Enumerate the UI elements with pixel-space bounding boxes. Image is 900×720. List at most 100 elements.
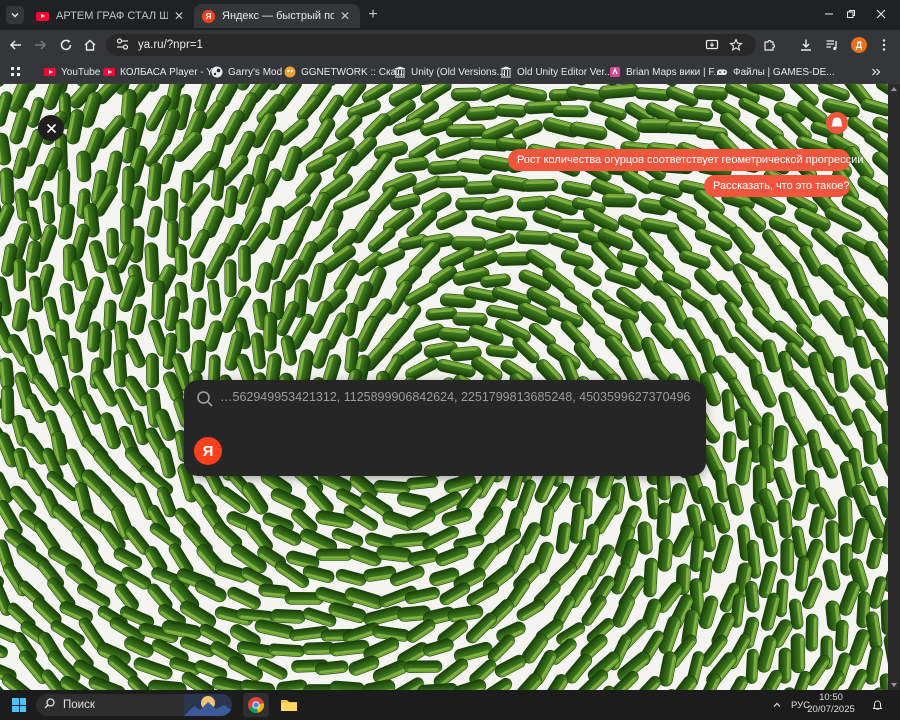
bookmarks-bar: YouTube КОЛБАСА Player - Y... Garry's Mo… (0, 60, 900, 84)
bookmark-brian-maps[interactable]: Brian Maps вики | F... (609, 64, 722, 80)
bookmark-ggnetwork[interactable]: GGNETWORK :: Ска... (284, 64, 405, 80)
yandex-logo[interactable]: Я (194, 437, 222, 465)
bookmark-games-de[interactable]: Файлы | GAMES-DE... (716, 64, 835, 80)
yandex-icon: Я (202, 9, 215, 23)
taskbar-file-explorer[interactable] (276, 693, 302, 717)
taskbar-search-placeholder: Поиск (63, 699, 95, 711)
bookmark-label: YouTube (61, 66, 101, 78)
site-info-icon[interactable] (116, 37, 130, 53)
ggnetwork-icon (284, 66, 296, 78)
taskbar-clock[interactable]: 10:50 20/07/2025 (806, 692, 856, 716)
apps-grid-icon (11, 67, 20, 76)
chevron-double-right-icon (872, 68, 881, 76)
profile-avatar[interactable]: Д (851, 37, 867, 53)
archive-icon (500, 66, 512, 78)
tab-search-button[interactable] (6, 6, 24, 24)
youtube-icon (36, 11, 49, 21)
chevron-down-icon (11, 13, 19, 18)
forward-button[interactable] (30, 35, 50, 55)
alice-button[interactable] (826, 112, 848, 134)
chevron-up-icon (773, 702, 781, 707)
close-window-button[interactable] (870, 4, 892, 24)
bookmark-label: GGNETWORK :: Ска... (301, 66, 405, 78)
install-app-button[interactable] (702, 35, 722, 55)
bookmark-label: Файлы | GAMES-DE... (733, 66, 835, 78)
bookmark-youtube[interactable]: YouTube (44, 64, 100, 80)
tab-title: Яндекс — быстрый поиск в интернете (222, 10, 334, 22)
tab-yandex[interactable]: Я Яндекс — быстрый поиск в интернете ✕ (194, 4, 360, 28)
archive-icon (394, 66, 406, 78)
taskbar-search-box[interactable]: Поиск (36, 694, 232, 716)
tab-title: АРТЕМ ГРАФ СТАЛ ШЕСТЕРКОЙ (56, 10, 168, 22)
clock-time: 10:50 (819, 692, 843, 703)
tab-close-icon[interactable]: ✕ (172, 9, 186, 23)
close-icon (46, 123, 56, 133)
arrow-left-icon (9, 40, 21, 50)
reload-button[interactable] (56, 35, 76, 55)
tab-strip: АРТЕМ ГРАФ СТАЛ ШЕСТЕРКОЙ ✕ Я Яндекс — б… (0, 0, 900, 30)
home-icon (84, 39, 96, 51)
fandom-icon (609, 66, 621, 78)
minimize-icon (825, 13, 833, 15)
more-vertical-icon (882, 39, 886, 51)
bookmark-label: Unity (Old Versions... (411, 66, 505, 78)
tab-youtube-video[interactable]: АРТЕМ ГРАФ СТАЛ ШЕСТЕРКОЙ ✕ (28, 4, 194, 28)
search-highlight-icon (184, 694, 232, 716)
alice-bubble-icon (831, 117, 843, 127)
youtube-icon (44, 66, 56, 78)
tray-overflow-button[interactable] (772, 690, 782, 720)
notifications-button[interactable] (872, 690, 883, 720)
chrome-icon (248, 697, 265, 713)
page-scrollbar[interactable] (888, 84, 900, 690)
search-query-text: …562949953421312, 1125899906842624, 2251… (220, 390, 691, 404)
address-bar[interactable]: ya.ru/?npr=1 (106, 34, 756, 56)
search-box[interactable]: …562949953421312, 1125899906842624, 2251… (184, 380, 706, 476)
restore-button[interactable] (840, 4, 862, 24)
queue-music-icon (826, 40, 837, 51)
bookmark-old-unity-editor[interactable]: Old Unity Editor Ver... (500, 64, 613, 80)
search-icon (44, 698, 55, 712)
browser-menu-button[interactable] (874, 35, 894, 55)
bookmark-unity-old-versions[interactable]: Unity (Old Versions... (394, 64, 505, 80)
scroll-down-arrow-icon[interactable] (891, 683, 897, 687)
alice-ask-pill[interactable]: Рассказать, что это такое? (704, 175, 850, 197)
more-bookmarks-button[interactable] (870, 64, 882, 80)
close-promo-button[interactable] (38, 115, 64, 141)
star-icon (729, 38, 743, 52)
bookmark-label: Garry's Mod (228, 66, 283, 78)
browser-toolbar: ya.ru/?npr=1 Д (0, 30, 900, 60)
url-text: ya.ru/?npr=1 (138, 39, 203, 51)
media-control-button[interactable] (822, 35, 842, 55)
extensions-button[interactable] (760, 35, 780, 55)
apps-button[interactable] (10, 64, 22, 80)
taskbar-chrome[interactable] (243, 693, 269, 717)
bookmark-label: Brian Maps вики | F... (626, 66, 722, 78)
bookmark-garrys-mod[interactable]: Garry's Mod (211, 64, 282, 80)
minimize-button[interactable] (818, 4, 840, 24)
search-input[interactable]: …562949953421312, 1125899906842624, 2251… (220, 390, 698, 408)
steam-icon (211, 66, 223, 78)
reload-icon (60, 39, 72, 51)
back-button[interactable] (6, 35, 26, 55)
scroll-up-arrow-icon[interactable] (891, 87, 897, 91)
clock-date: 20/07/2025 (807, 704, 855, 715)
yandex-page: Рост количества огурцов соответствует ге… (0, 84, 888, 690)
install-app-icon (705, 39, 719, 50)
gamepad-icon (716, 66, 728, 78)
folder-icon (281, 700, 297, 711)
search-icon (197, 391, 213, 407)
bookmark-kolbasa-player[interactable]: КОЛБАСА Player - Y... (103, 64, 220, 80)
tab-close-icon[interactable]: ✕ (338, 9, 352, 23)
close-icon (876, 9, 886, 19)
youtube-icon (103, 66, 115, 78)
new-tab-button[interactable]: + (364, 6, 382, 24)
alice-fact-pill[interactable]: Рост количества огурцов соответствует ге… (508, 149, 863, 171)
windows-taskbar: Поиск РУС 10:50 20/07/2025 (0, 690, 900, 720)
downloads-button[interactable] (796, 35, 816, 55)
home-button[interactable] (80, 35, 100, 55)
download-icon (801, 39, 811, 51)
windows-start-icon[interactable] (12, 698, 26, 712)
bookmark-label: КОЛБАСА Player - Y... (120, 66, 220, 78)
restore-icon (847, 10, 855, 18)
bookmark-star-button[interactable] (726, 35, 746, 55)
